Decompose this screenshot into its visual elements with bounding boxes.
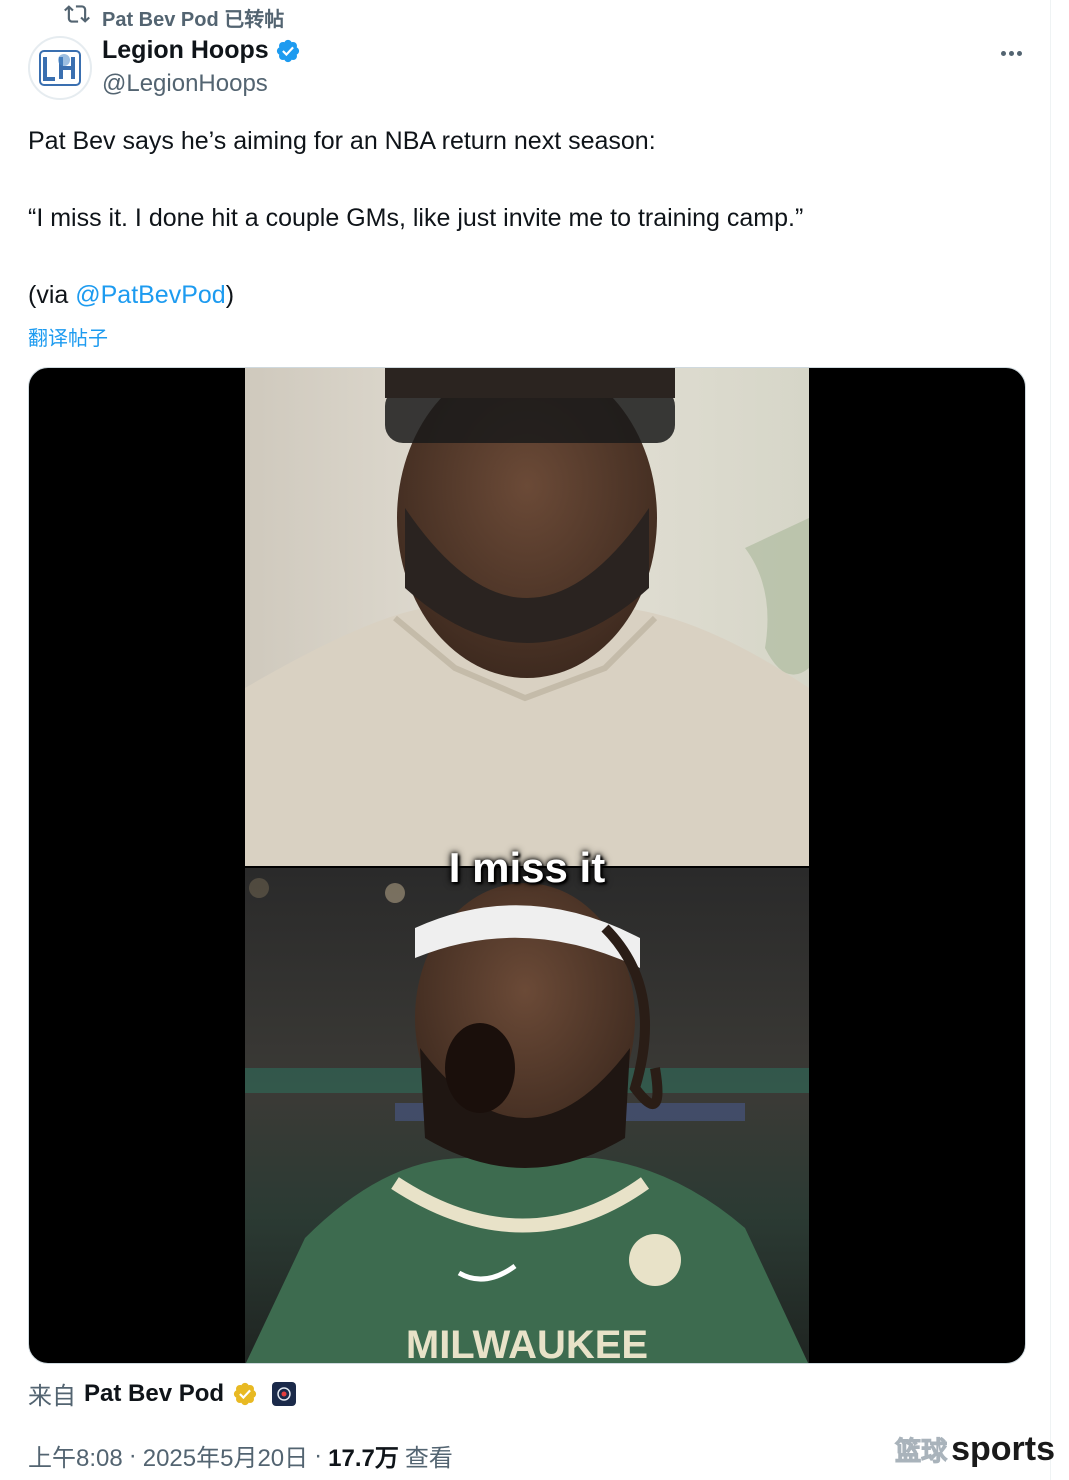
- source-prefix: 来自: [28, 1383, 76, 1410]
- verified-badge-icon: [275, 38, 301, 64]
- via-prefix: (via: [28, 281, 76, 309]
- tweet-text-via: (via @PatBevPod): [28, 281, 234, 310]
- via-suffix: ): [225, 281, 235, 309]
- source-attribution: 来自 Pat Bev Pod: [28, 1376, 297, 1411]
- watermark-en: sports: [951, 1430, 1055, 1468]
- tweet-metadata: 上午8:08 · 2025年5月20日 · 17.7万 查看: [28, 1438, 453, 1473]
- pod-affiliate-logo-icon[interactable]: [272, 1381, 297, 1406]
- meta-separator: ·: [314, 1441, 323, 1469]
- author-handle[interactable]: @LegionHoops: [102, 70, 268, 98]
- author-name[interactable]: Legion Hoops: [102, 36, 269, 65]
- tweet-time[interactable]: 上午8:08: [28, 1438, 123, 1473]
- author-avatar[interactable]: [28, 36, 92, 100]
- repost-icon: [64, 1, 90, 33]
- watermark: 篮球 sports: [895, 1430, 1055, 1469]
- tweet-date[interactable]: 2025年5月20日: [143, 1438, 308, 1473]
- svg-text:MILWAUKEE: MILWAUKEE: [406, 1323, 648, 1364]
- repost-indicator[interactable]: Pat Bev Pod 已转帖: [64, 1, 285, 33]
- video-caption: I miss it: [448, 844, 606, 891]
- tweet-text-line-1: Pat Bev says he’s aiming for an NBA retu…: [28, 127, 656, 155]
- translate-post-link[interactable]: 翻译帖子: [28, 322, 108, 351]
- view-label: 查看: [404, 1445, 453, 1472]
- view-count: 17.7万: [328, 1445, 399, 1472]
- tweet-text-line-2: “I miss it. I done hit a couple GMs, lik…: [28, 204, 804, 232]
- timeline-border: [1050, 0, 1051, 1480]
- gold-verified-badge-icon: [232, 1381, 258, 1407]
- more-options-icon[interactable]: [994, 40, 1028, 66]
- source-name[interactable]: Pat Bev Pod: [84, 1380, 224, 1408]
- author-name-row: Legion Hoops: [102, 36, 301, 65]
- meta-separator: ·: [128, 1441, 137, 1469]
- repost-label: Pat Bev Pod 已转帖: [102, 8, 285, 31]
- legion-hoops-logo: [39, 50, 81, 86]
- mention-link[interactable]: @PatBevPod: [75, 281, 225, 309]
- watermark-cn: 篮球: [895, 1436, 948, 1467]
- video-player[interactable]: MILWAUKEE I miss it: [28, 367, 1026, 1364]
